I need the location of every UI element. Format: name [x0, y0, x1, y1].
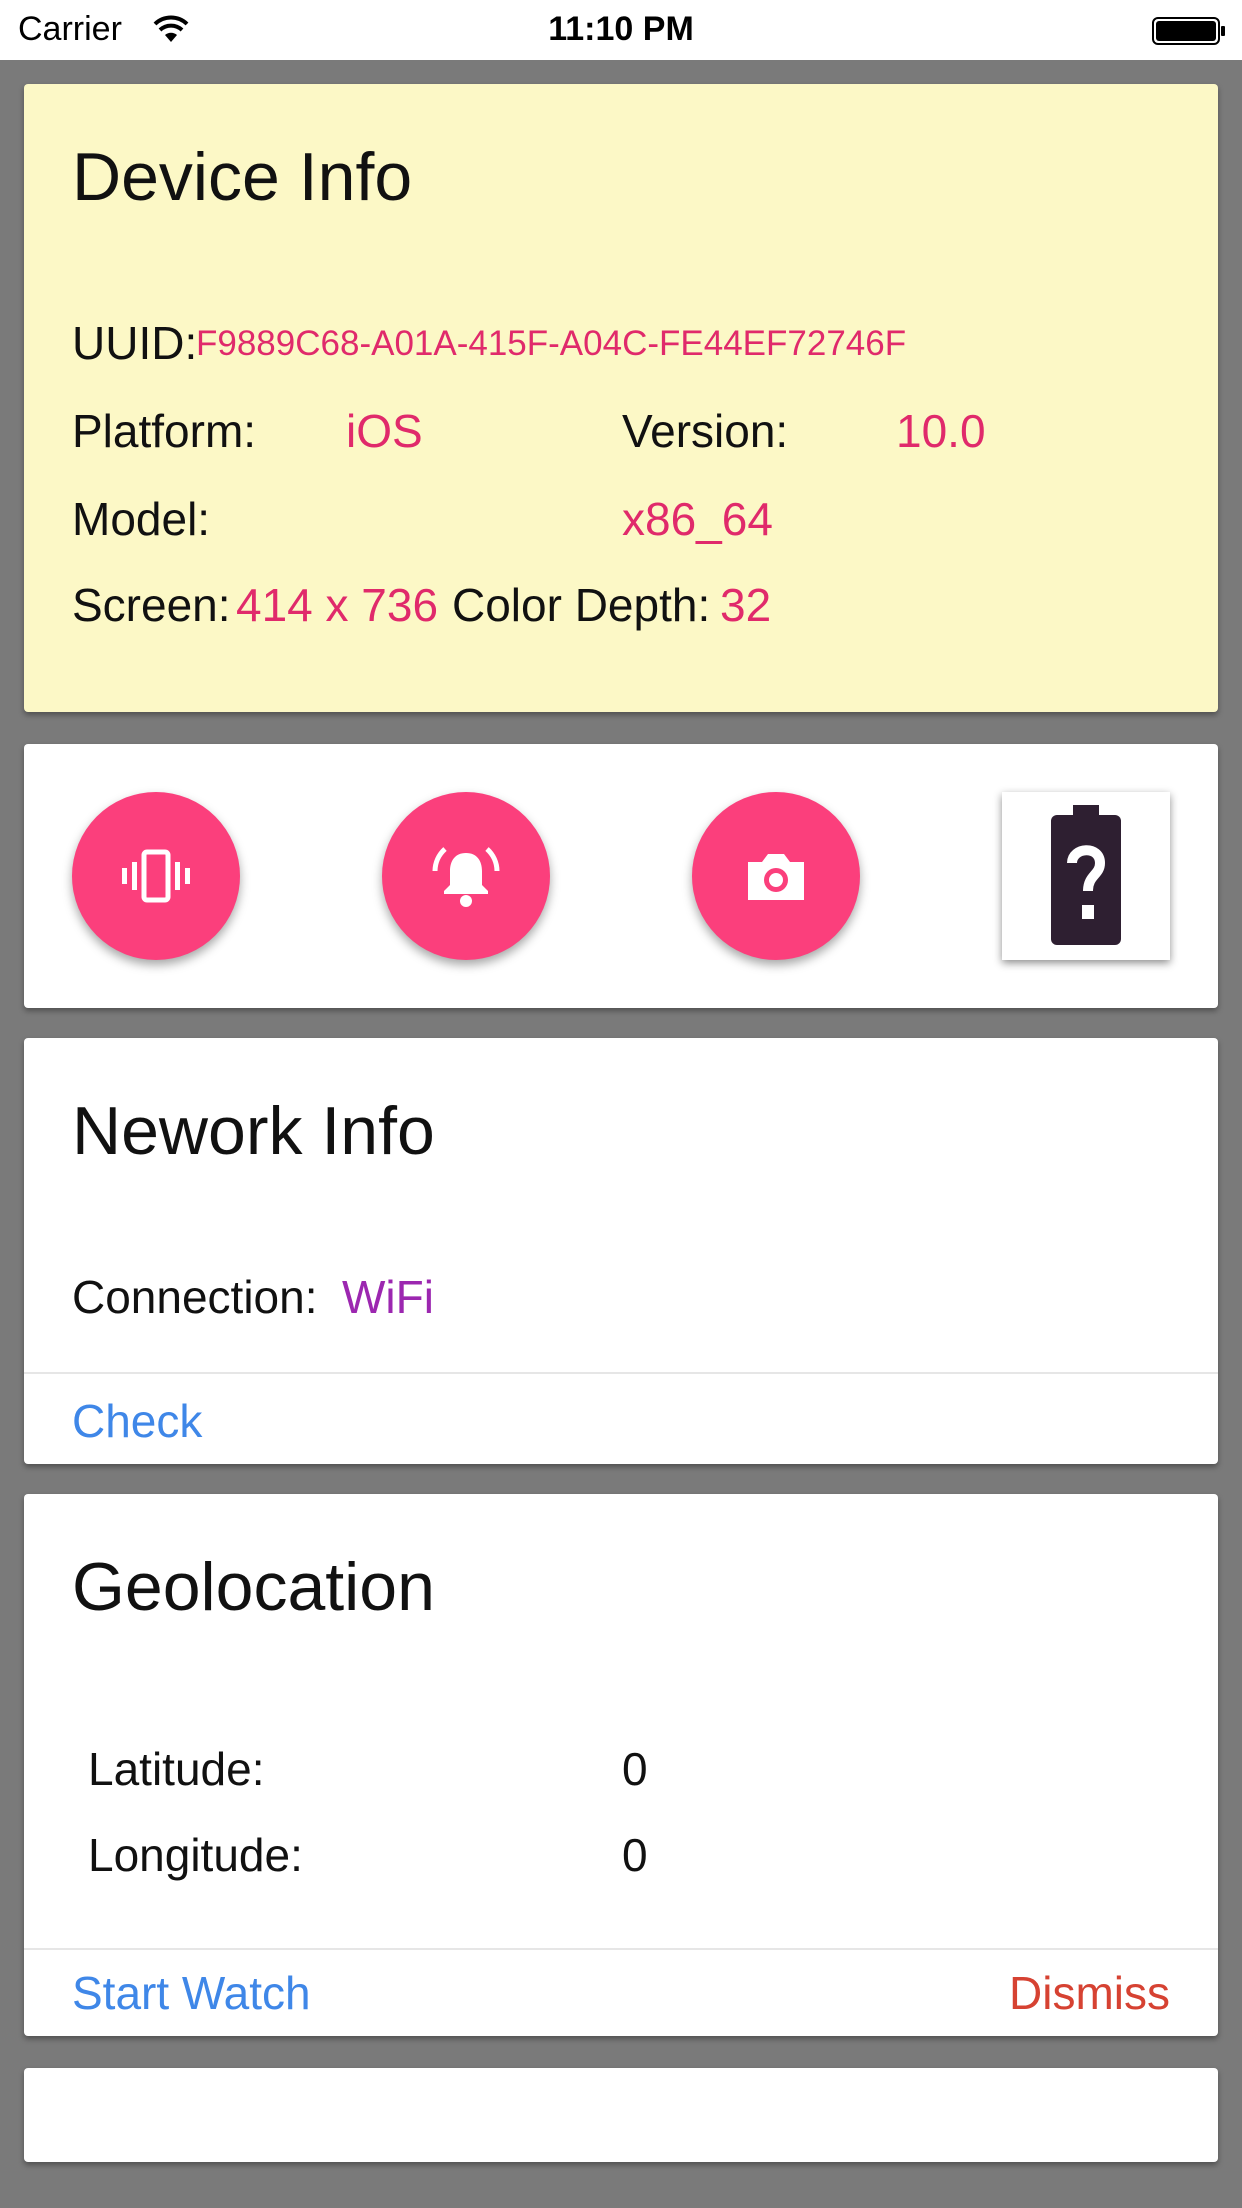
- longitude-label: Longitude:: [88, 1829, 303, 1881]
- battery-status-button[interactable]: [1002, 792, 1170, 960]
- version-label: Version:: [622, 405, 789, 457]
- status-bar: Carrier 11:10 PM: [0, 0, 1242, 60]
- platform-value: iOS: [346, 405, 423, 457]
- uuid-value: F9889C68-A01A-415F-A04C-FE44EF72746F: [196, 324, 907, 363]
- start-watch-button[interactable]: Start Watch: [72, 1966, 311, 2020]
- alarm-button[interactable]: [382, 792, 550, 960]
- check-button[interactable]: Check: [72, 1394, 202, 1448]
- network-card-divider: [24, 1372, 1218, 1374]
- model-value: x86_64: [622, 493, 773, 545]
- device-info-card: Device Info UUID: F9889C68-A01A-415F-A04…: [24, 84, 1218, 712]
- network-info-card: Nework Info Connection: WiFi Check: [24, 1038, 1218, 1464]
- latitude-value: 0: [622, 1743, 648, 1795]
- color-depth-value: 32: [720, 579, 772, 631]
- network-info-title: Nework Info: [72, 1093, 435, 1169]
- color-depth-label: Color Depth:: [452, 579, 711, 631]
- latitude-label: Latitude:: [88, 1743, 265, 1795]
- geolocation-card-divider: [24, 1948, 1218, 1950]
- empty-card: [24, 2068, 1218, 2162]
- geolocation-title: Geolocation: [72, 1549, 435, 1625]
- alarm-bell-icon: [432, 847, 500, 907]
- screen-value: 414 x 736: [236, 579, 439, 631]
- battery-full-icon: [1152, 17, 1225, 45]
- vibrate-icon: [122, 849, 190, 903]
- status-time: 11:10 PM: [548, 10, 694, 48]
- model-label: Model:: [72, 493, 211, 545]
- platform-label: Platform:: [72, 405, 257, 457]
- camera-icon: [748, 854, 804, 900]
- battery-unknown-icon: [1051, 805, 1121, 945]
- vibrate-button[interactable]: [72, 792, 240, 960]
- geolocation-card: Geolocation Latitude: 0 Longitude: 0 Sta…: [24, 1494, 1218, 2036]
- longitude-value: 0: [622, 1829, 648, 1881]
- connection-label: Connection:: [72, 1271, 318, 1323]
- camera-button[interactable]: [692, 792, 860, 960]
- dismiss-button[interactable]: Dismiss: [1009, 1966, 1170, 2020]
- connection-value: WiFi: [342, 1271, 434, 1323]
- device-actions-card: [24, 744, 1218, 1008]
- screen-label: Screen:: [72, 579, 231, 631]
- version-value: 10.0: [896, 405, 986, 457]
- device-info-title: Device Info: [72, 139, 413, 215]
- uuid-label: UUID:: [72, 317, 198, 369]
